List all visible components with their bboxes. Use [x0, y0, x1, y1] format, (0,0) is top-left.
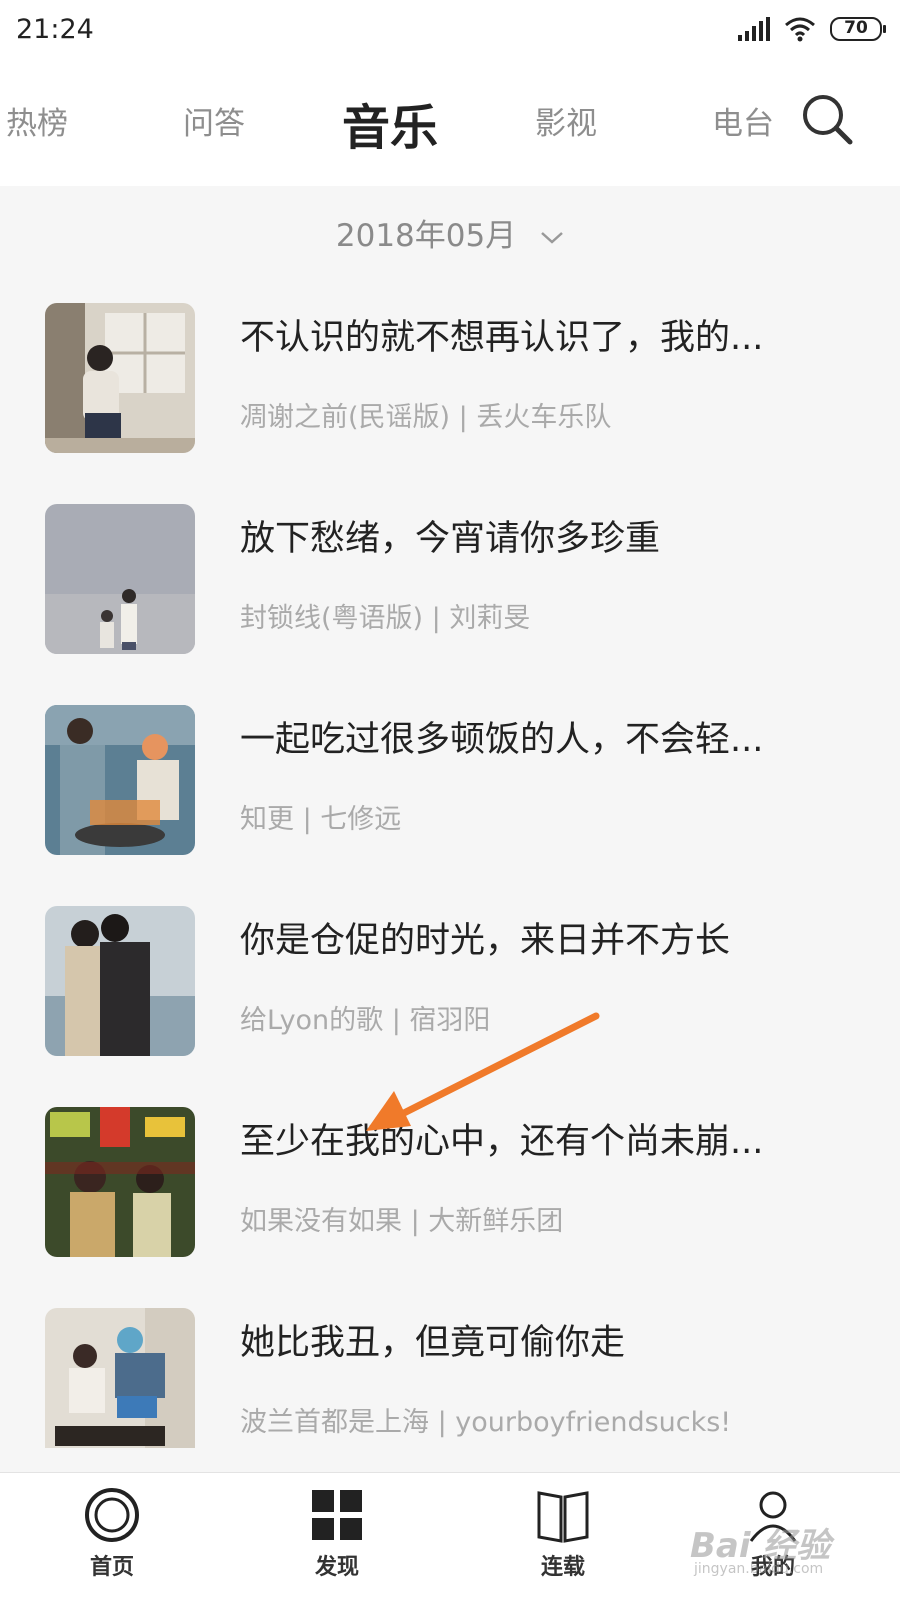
cover-image: [45, 1308, 195, 1448]
chevron-down-icon: [541, 231, 563, 244]
list-item[interactable]: 至少在我的心中，还有个尚未崩... 如果没有如果 | 大新鲜乐团: [0, 1107, 900, 1259]
cover-image: [45, 705, 195, 855]
battery-icon: 70: [830, 17, 886, 41]
list-item[interactable]: 不认识的就不想再认识了，我的... 凋谢之前(民谣版) | 丢火车乐队: [0, 303, 900, 455]
book-icon: [537, 1491, 589, 1543]
cover-image: [45, 504, 195, 654]
item-title: 至少在我的心中，还有个尚未崩...: [240, 1122, 764, 1162]
discover-icon: [312, 1490, 362, 1540]
item-subtitle: 知更 | 七修远: [240, 804, 402, 835]
bottom-nav-label: 发现: [314, 1555, 359, 1580]
item-title: 一起吃过很多顿饭的人，不会轻...: [240, 720, 764, 760]
tab-music[interactable]: 音乐: [342, 88, 438, 158]
cover-image: [45, 303, 195, 453]
item-subtitle: 波兰首都是上海 | yourboyfriendsucks!: [240, 1407, 732, 1438]
cover-image: [45, 906, 195, 1056]
bottom-nav-discover[interactable]: 发现: [277, 1485, 397, 1581]
battery-level: 70: [844, 18, 868, 38]
signal-icon: [738, 17, 770, 41]
list-item[interactable]: 放下愁绪，今宵请你多珍重 封锁线(粤语版) | 刘莉旻: [0, 504, 900, 656]
item-title: 放下愁绪，今宵请你多珍重: [240, 519, 661, 559]
watermark: Bai 经验 jingyan.baidu.com: [690, 1518, 830, 1577]
status-bar: 21:24 70: [0, 0, 900, 62]
list-item[interactable]: 她比我丑，但竟可偷你走 波兰首都是上海 | yourboyfriendsucks…: [0, 1308, 900, 1460]
watermark-sub: jingyan.baidu.com: [694, 1561, 824, 1577]
list-item[interactable]: 你是仓促的时光，来日并不方长 给Lyon的歌 | 宿羽阳: [0, 906, 900, 1058]
tab-qa[interactable]: 问答: [183, 98, 245, 143]
top-nav: 热榜 问答 音乐 影视 电台: [0, 62, 900, 186]
bottom-nav-home[interactable]: 首页: [52, 1485, 172, 1581]
item-subtitle: 封锁线(粤语版) | 刘莉旻: [240, 603, 531, 634]
month-label: 2018年05月: [335, 218, 517, 254]
search-icon[interactable]: [800, 92, 854, 146]
bottom-nav-label: 首页: [89, 1555, 134, 1580]
wifi-icon: [785, 17, 815, 42]
list-item[interactable]: 一起吃过很多顿饭的人，不会轻... 知更 | 七修远: [0, 705, 900, 857]
watermark-text: Bai 经验: [690, 1526, 831, 1566]
status-icons: 70: [736, 16, 886, 42]
tab-radio[interactable]: 电台: [712, 98, 774, 143]
home-icon: [85, 1488, 139, 1542]
item-title: 她比我丑，但竟可偷你走: [240, 1323, 626, 1363]
bottom-nav-serial[interactable]: 连载: [503, 1485, 623, 1581]
tab-hot-list[interactable]: 热榜: [6, 98, 68, 143]
item-subtitle: 如果没有如果 | 大新鲜乐团: [240, 1206, 564, 1237]
month-picker[interactable]: 2018年05月: [0, 210, 900, 255]
item-title: 不认识的就不想再认识了，我的...: [240, 318, 764, 358]
bottom-nav-label: 连载: [540, 1555, 585, 1580]
status-time: 21:24: [16, 14, 94, 45]
tab-video[interactable]: 影视: [535, 98, 597, 143]
cover-image: [45, 1107, 195, 1257]
item-subtitle: 凋谢之前(民谣版) | 丢火车乐队: [240, 402, 612, 433]
item-title: 你是仓促的时光，来日并不方长: [240, 921, 731, 961]
item-subtitle: 给Lyon的歌 | 宿羽阳: [240, 1005, 491, 1036]
